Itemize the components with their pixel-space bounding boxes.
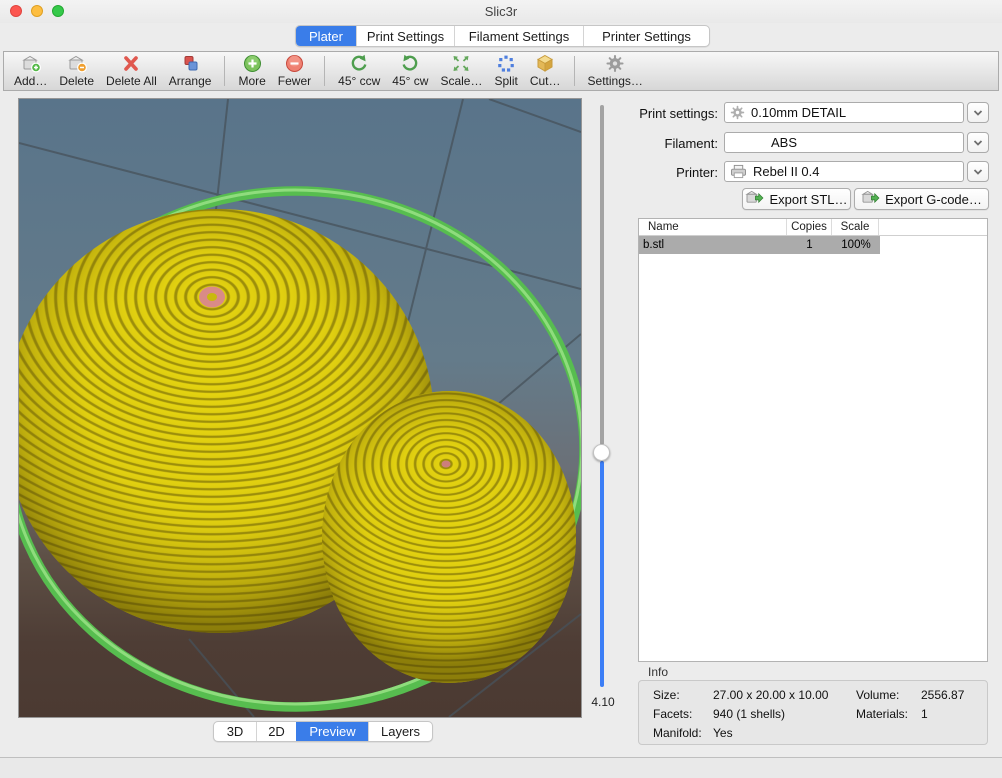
layer-slider-value: 4.10: [583, 695, 623, 709]
cut-cube-icon: [535, 54, 555, 73]
add-button[interactable]: Add…: [8, 52, 53, 90]
column-header-scale[interactable]: Scale: [832, 219, 879, 235]
volume-value: 2556.87: [921, 688, 964, 702]
print-settings-dropdown-button[interactable]: [967, 102, 989, 123]
column-header-empty: [879, 219, 987, 235]
printer-value: Rebel II 0.4: [753, 164, 820, 179]
box-remove-icon: [66, 54, 88, 73]
view-tab-bar: 3D 2D Preview Layers: [213, 721, 433, 742]
table-row-selection: b.stl 1 100%: [639, 236, 880, 254]
arrange-cubes-icon: [180, 54, 200, 73]
chevron-down-icon: [973, 134, 983, 152]
arrange-button[interactable]: Arrange: [163, 52, 218, 90]
materials-label: Materials:: [856, 707, 908, 721]
materials-value: 1: [921, 707, 928, 721]
scale-arrows-icon: [451, 54, 471, 73]
plus-circle-icon: [243, 54, 262, 73]
size-value: 27.00 x 20.00 x 10.00: [713, 688, 828, 702]
print-settings-select[interactable]: 0.10mm DETAIL: [724, 102, 964, 123]
chevron-down-icon: [973, 163, 983, 181]
rotate-ccw-icon: [349, 54, 369, 73]
cut-button[interactable]: Cut…: [524, 52, 567, 90]
seam-marker: [442, 461, 451, 468]
table-row[interactable]: b.stl 1 100%: [639, 236, 987, 254]
tab-print-settings[interactable]: Print Settings: [356, 26, 454, 46]
chevron-down-icon: [973, 104, 983, 122]
tab-plater[interactable]: Plater: [296, 26, 356, 46]
object-list: Name Copies Scale b.stl 1 100%: [638, 218, 988, 662]
toolbar-separator: [324, 56, 325, 86]
settings-button[interactable]: Settings…: [582, 52, 649, 90]
layer-slider-thumb[interactable]: [593, 444, 610, 461]
minus-circle-icon: [285, 54, 304, 73]
facets-label: Facets:: [653, 707, 692, 721]
main-tab-bar: Plater Print Settings Filament Settings …: [295, 25, 710, 47]
printer-select[interactable]: Rebel II 0.4: [724, 161, 964, 182]
split-button[interactable]: Split: [488, 52, 523, 90]
delete-all-icon: [121, 54, 141, 73]
print-settings-label: Print settings:: [628, 106, 718, 121]
export-stl-button[interactable]: Export STL…: [742, 188, 851, 210]
tab-layers[interactable]: Layers: [368, 722, 432, 741]
filament-dropdown-button[interactable]: [967, 132, 989, 153]
scale-button[interactable]: Scale…: [434, 52, 488, 90]
cell-scale: 100%: [832, 239, 880, 251]
3d-preview-canvas[interactable]: [18, 98, 582, 718]
status-bar: [0, 758, 1002, 778]
more-button[interactable]: More: [232, 52, 271, 90]
layer-slider-fill[interactable]: [600, 461, 604, 687]
column-header-copies[interactable]: Copies: [787, 219, 832, 235]
tab-preview[interactable]: Preview: [296, 722, 368, 741]
delete-button[interactable]: Delete: [53, 52, 100, 90]
fewer-button[interactable]: Fewer: [272, 52, 317, 90]
cell-name: b.stl: [639, 239, 787, 251]
printer-icon: [730, 164, 747, 179]
manifold-label: Manifold:: [653, 726, 702, 740]
filament-label: Filament:: [628, 136, 718, 151]
cell-copies: 1: [787, 239, 832, 251]
printer-dropdown-button[interactable]: [967, 161, 989, 182]
size-label: Size:: [653, 688, 680, 702]
gear-icon: [730, 105, 745, 120]
rotate-45-cw-button[interactable]: 45° cw: [386, 52, 434, 90]
object-list-header: Name Copies Scale: [639, 219, 987, 236]
tab-printer-settings[interactable]: Printer Settings: [583, 26, 709, 46]
toolbar: Add… Delete Delete All Arrange More Fewe…: [3, 51, 999, 91]
tab-3d[interactable]: 3D: [214, 722, 256, 741]
toolbar-separator: [574, 56, 575, 86]
title-bar: Slic3r: [0, 0, 1002, 23]
window-title: Slic3r: [0, 4, 1002, 19]
manifold-value: Yes: [713, 726, 733, 740]
volume-label: Volume:: [856, 688, 899, 702]
split-dots-icon: [496, 54, 516, 73]
rotate-cw-icon: [400, 54, 420, 73]
sliced-scene: [19, 99, 581, 717]
info-section-title: Info: [648, 665, 668, 679]
toolbar-separator: [224, 56, 225, 86]
box-add-icon: [20, 54, 42, 73]
printer-label: Printer:: [628, 165, 718, 180]
rotate-45-ccw-button[interactable]: 45° ccw: [332, 52, 386, 90]
layer-slider-track[interactable]: [600, 105, 604, 445]
export-gcode-button[interactable]: Export G-code…: [854, 188, 989, 210]
small-sliced-dome: [322, 391, 576, 683]
filament-value: ABS: [771, 135, 797, 150]
export-icon: [861, 190, 880, 208]
filament-select[interactable]: ABS: [724, 132, 964, 153]
delete-all-button[interactable]: Delete All: [100, 52, 163, 90]
tab-2d[interactable]: 2D: [256, 722, 296, 741]
tab-filament-settings[interactable]: Filament Settings: [454, 26, 583, 46]
column-header-name[interactable]: Name: [639, 219, 787, 235]
info-panel: Size: 27.00 x 20.00 x 10.00 Volume: 2556…: [638, 680, 988, 745]
print-settings-value: 0.10mm DETAIL: [751, 105, 846, 120]
export-icon: [745, 190, 764, 208]
facets-value: 940 (1 shells): [713, 707, 785, 721]
gear-icon: [605, 54, 625, 73]
